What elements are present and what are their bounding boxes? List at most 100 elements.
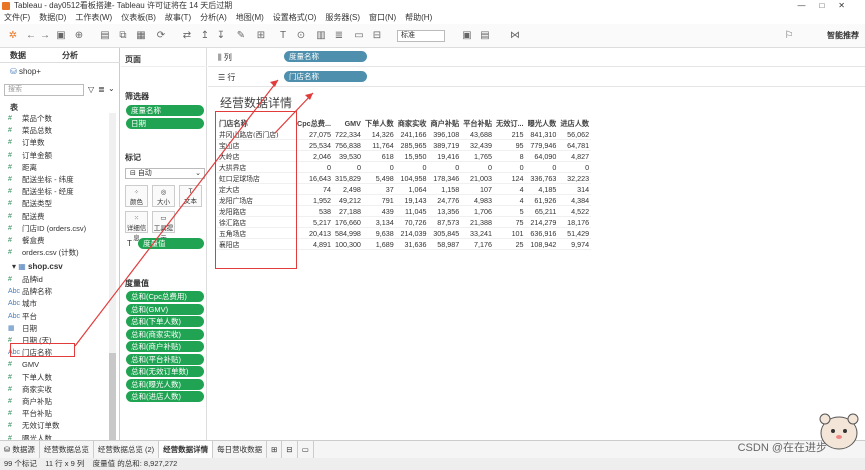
table-cell[interactable]: 7,176 [461, 238, 494, 251]
table-cell[interactable]: 2,046 [295, 150, 333, 163]
shop-field[interactable]: 品牌名称 [22, 287, 52, 297]
datasource-name[interactable]: ⛁ shop+ [10, 67, 41, 76]
presentation-icon[interactable]: ▭ [354, 31, 364, 41]
mark-type-select[interactable]: ⊟ 自动 ⌄ [125, 168, 205, 179]
column-header[interactable]: 商家实收 [396, 118, 429, 129]
table-cell[interactable]: 4,522 [558, 205, 592, 218]
table-cell[interactable]: 305,845 [428, 227, 462, 240]
table-cell[interactable]: 9,638 [362, 227, 396, 240]
shop-field[interactable]: 无效订单数 [22, 421, 60, 431]
clear-icon[interactable]: ▦ [136, 31, 146, 41]
orders-field[interactable]: 距离 [22, 163, 37, 173]
field-list-scrollbar[interactable] [109, 113, 116, 453]
new-datasource-icon[interactable]: ⊕ [74, 31, 84, 41]
menu-story[interactable]: 故事(T) [165, 12, 191, 24]
sort-desc-icon[interactable]: ↧ [216, 31, 226, 41]
new-story-icon[interactable]: ▭ [298, 441, 314, 458]
table-cell[interactable]: 25,534 [295, 139, 333, 152]
table-cell[interactable]: 439 [362, 205, 396, 218]
table-cell[interactable]: 0 [558, 161, 592, 174]
measure-value-pill[interactable]: 总和(GMV) [126, 303, 204, 315]
tab-overview-2[interactable]: 经营数据总览 (2) [94, 441, 160, 458]
marks-pill-measure-values[interactable]: 度量值 [138, 238, 204, 249]
table-cell[interactable]: 27,075 [295, 129, 333, 141]
shop-field[interactable]: 城市 [22, 299, 37, 309]
menu-data[interactable]: 数据(D) [39, 12, 66, 24]
table-cell[interactable]: 19,416 [428, 150, 462, 163]
table-cell[interactable]: 636,916 [525, 227, 559, 240]
shop-field[interactable]: 商户补贴 [22, 397, 52, 407]
menu-window[interactable]: 窗口(N) [369, 12, 396, 24]
table-cell[interactable]: 5,498 [362, 172, 396, 185]
table-cell[interactable]: 1,765 [461, 150, 494, 163]
list-view-icon[interactable]: ≣ [98, 85, 105, 94]
table-cell[interactable]: 722,334 [332, 129, 363, 141]
orders-field[interactable]: 配送坐标 - 纬度 [22, 175, 74, 185]
labels-icon[interactable]: T [278, 31, 288, 41]
orders-field[interactable]: 菜品总数 [22, 126, 52, 136]
table-cell[interactable]: 14,326 [362, 129, 396, 141]
table-cell[interactable]: 24,776 [428, 194, 462, 207]
field-search-input[interactable]: 搜索 [4, 84, 84, 96]
table-cell[interactable]: 64,090 [525, 150, 559, 163]
orders-field[interactable]: 订单金额 [22, 151, 52, 161]
sort-asc-icon[interactable]: ↥ [200, 31, 210, 41]
menu-analysis[interactable]: 分析(A) [200, 12, 227, 24]
table-cell[interactable]: 25 [494, 238, 526, 251]
pin-icon[interactable]: ⊙ [296, 31, 306, 41]
table-cell[interactable]: 584,998 [332, 227, 363, 240]
column-header[interactable]: 下单人数 [363, 118, 396, 129]
table-cell[interactable]: 241,166 [395, 129, 429, 141]
new-sheet-icon[interactable]: ⊞ [267, 441, 283, 458]
table-cell[interactable]: 396,108 [428, 129, 462, 141]
new-dashboard-icon[interactable]: ⊟ [282, 441, 298, 458]
group-icon[interactable]: ⊞ [256, 31, 266, 41]
table-cell[interactable]: 0 [362, 161, 396, 174]
table-cell[interactable]: 1,706 [461, 205, 494, 218]
rows-shelf[interactable]: ☰ 行 门店名称 [208, 68, 865, 87]
table-cell[interactable]: 16,643 [295, 172, 333, 185]
table-cell[interactable]: 756,838 [332, 139, 363, 152]
text-button[interactable]: T 文本 [179, 185, 202, 207]
table-cell[interactable]: 49,212 [332, 194, 363, 207]
table-cell[interactable]: 214,279 [525, 216, 559, 229]
table-cell[interactable]: 61,926 [525, 194, 559, 207]
shop-field[interactable]: 下单人数 [22, 373, 52, 383]
table-cell[interactable]: 101 [494, 227, 526, 240]
undo-icon[interactable]: ← [26, 31, 36, 41]
show-cards-icon[interactable]: ▣ [462, 31, 472, 41]
table-cell[interactable]: 21,003 [461, 172, 494, 185]
column-header[interactable]: Cpc总费... [295, 118, 333, 129]
columns-pill-measure-names[interactable]: 度量名称 [284, 51, 367, 62]
menu-dashboard[interactable]: 仪表板(B) [121, 12, 156, 24]
measure-value-pill[interactable]: 总和(进店人数) [126, 391, 204, 402]
table-cell[interactable]: 11,764 [362, 139, 396, 152]
table-cell[interactable]: 100,300 [332, 238, 363, 251]
share-icon[interactable]: ⋈ [510, 31, 520, 41]
table-cell[interactable]: 124 [494, 172, 526, 185]
table-cell[interactable]: 0 [494, 161, 526, 174]
table-cell[interactable]: 21,388 [461, 216, 494, 229]
table-cell[interactable]: 9,974 [558, 238, 592, 251]
shop-field[interactable]: 商家实收 [22, 385, 52, 395]
tableau-home-icon[interactable]: ✲ [8, 31, 18, 41]
smart-recommend-button[interactable]: 智能推荐 [827, 30, 859, 42]
menu-help[interactable]: 帮助(H) [405, 12, 432, 24]
refresh-icon[interactable]: ⟳ [156, 31, 166, 41]
close-button[interactable]: ✕ [838, 1, 859, 10]
table-cell[interactable]: 58,987 [428, 238, 462, 251]
fit-select[interactable]: 标准 [397, 30, 445, 42]
table-cell[interactable]: 4,891 [295, 238, 333, 251]
table-cell[interactable]: 33,241 [461, 227, 494, 240]
tab-overview[interactable]: 经营数据总览 [40, 441, 94, 458]
tab-data[interactable]: 数据 [10, 50, 26, 61]
measure-value-pill[interactable]: 总和(无效订单数) [126, 366, 204, 377]
table-cell[interactable]: 13,356 [428, 205, 462, 218]
filter-pill-date[interactable]: 日期 [126, 118, 204, 129]
duplicate-icon[interactable]: ⧉ [118, 31, 128, 41]
menu-worksheet[interactable]: 工作表(W) [75, 12, 112, 24]
orders-field[interactable]: 菜品个数 [22, 114, 52, 124]
table-cell[interactable]: 0 [428, 161, 462, 174]
measure-value-pill[interactable]: 总和(平台补贴) [126, 353, 204, 365]
swap-icon[interactable]: ⇄ [182, 31, 192, 41]
